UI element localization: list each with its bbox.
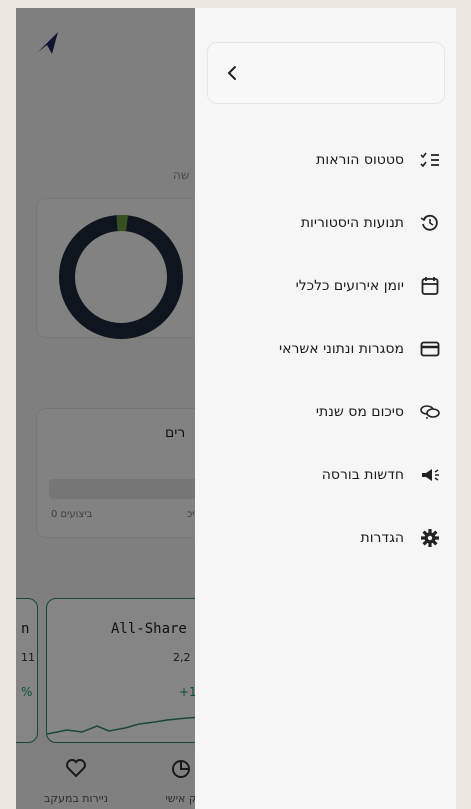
menu-item-market-news[interactable]: חדשות בורסה [322, 460, 442, 490]
menu-item-label: יומן אירועים כלכלי [295, 278, 404, 294]
menu-item-tax-summary[interactable]: סיכום מס שנתי [316, 397, 442, 427]
chevron-left-icon [227, 66, 236, 80]
history-icon [418, 211, 442, 235]
menu-item-label: תנועות היסטוריות [300, 215, 404, 231]
menu-item-label: מסגרות ונתוני אשראי [278, 341, 404, 357]
menu-item-credit[interactable]: מסגרות ונתוני אשראי [279, 334, 442, 364]
side-drawer: סטטוס הוראות תנועות היסטוריות יומן אירוע… [195, 8, 456, 809]
drawer-header [207, 42, 445, 104]
menu-item-economic-calendar[interactable]: יומן אירועים כלכלי [296, 271, 442, 301]
menu-item-label: סיכום מס שנתי [315, 404, 404, 420]
credit-card-icon [418, 337, 442, 361]
checklist-icon [418, 148, 442, 172]
menu-item-settings[interactable]: הגדרות [361, 523, 442, 553]
menu-item-order-status[interactable]: סטטוס הוראות [316, 145, 442, 175]
drawer-scrim[interactable] [16, 8, 195, 809]
megaphone-icon [418, 463, 442, 487]
menu-item-label: הגדרות [360, 530, 404, 546]
coins-icon [418, 400, 442, 424]
phone-screen: שה רים 0 ביצועים היכ n 11 % All-Share 2,… [16, 8, 456, 809]
menu-item-label: סטטוס הוראות [316, 152, 404, 168]
gear-icon [418, 526, 442, 550]
calendar-icon [418, 274, 442, 298]
menu-item-label: חדשות בורסה [321, 467, 404, 483]
menu-item-history[interactable]: תנועות היסטוריות [301, 208, 442, 238]
back-button[interactable] [222, 61, 242, 85]
